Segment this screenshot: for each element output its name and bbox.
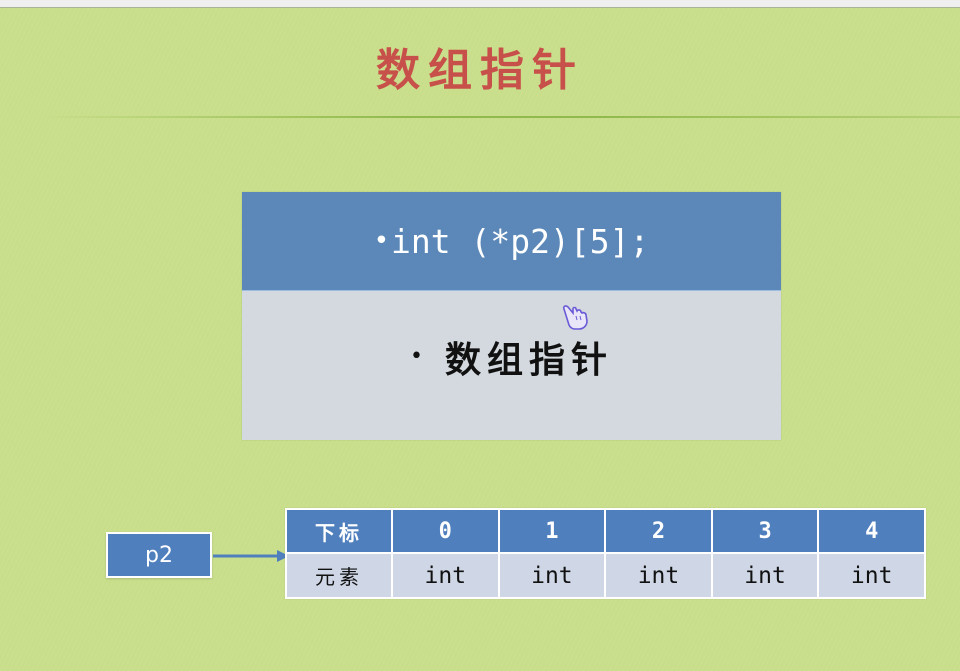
right-arrow-icon [213, 550, 289, 562]
index-cell: 4 [817, 508, 926, 554]
code-card-header: • int (*p2)[5]; [242, 192, 781, 291]
index-row: 下标 0 1 2 3 4 [285, 508, 926, 554]
element-cell: int [710, 552, 820, 599]
slide-title: 数组指针 [376, 45, 584, 96]
bullet-icon: • [410, 344, 423, 369]
pointer-p2-box: p2 [106, 532, 212, 578]
element-cell: int [817, 552, 926, 599]
array-table: 下标 0 1 2 3 4 元素 int int int int int [285, 508, 926, 599]
code-declaration: int (*p2)[5]; [391, 221, 650, 261]
code-description: 数组指针 [444, 338, 613, 381]
code-card-body: • 数组指针 [242, 291, 781, 440]
element-row: 元素 int int int int int [285, 552, 926, 599]
title-divider [40, 116, 960, 118]
index-cell: 2 [604, 508, 713, 554]
element-cell: int [391, 552, 500, 599]
index-cell: 3 [710, 508, 820, 554]
hand-pointer-icon [563, 305, 588, 330]
code-card: • int (*p2)[5]; • 数组指针 [242, 192, 781, 440]
top-window-strip [0, 0, 960, 8]
index-label-cell: 下标 [285, 508, 393, 554]
element-label-cell: 元素 [285, 552, 393, 599]
element-cell: int [497, 552, 607, 599]
bullet-icon: • [373, 226, 390, 256]
index-cell: 1 [497, 508, 607, 554]
index-cell: 0 [391, 508, 500, 554]
element-cell: int [604, 552, 713, 599]
